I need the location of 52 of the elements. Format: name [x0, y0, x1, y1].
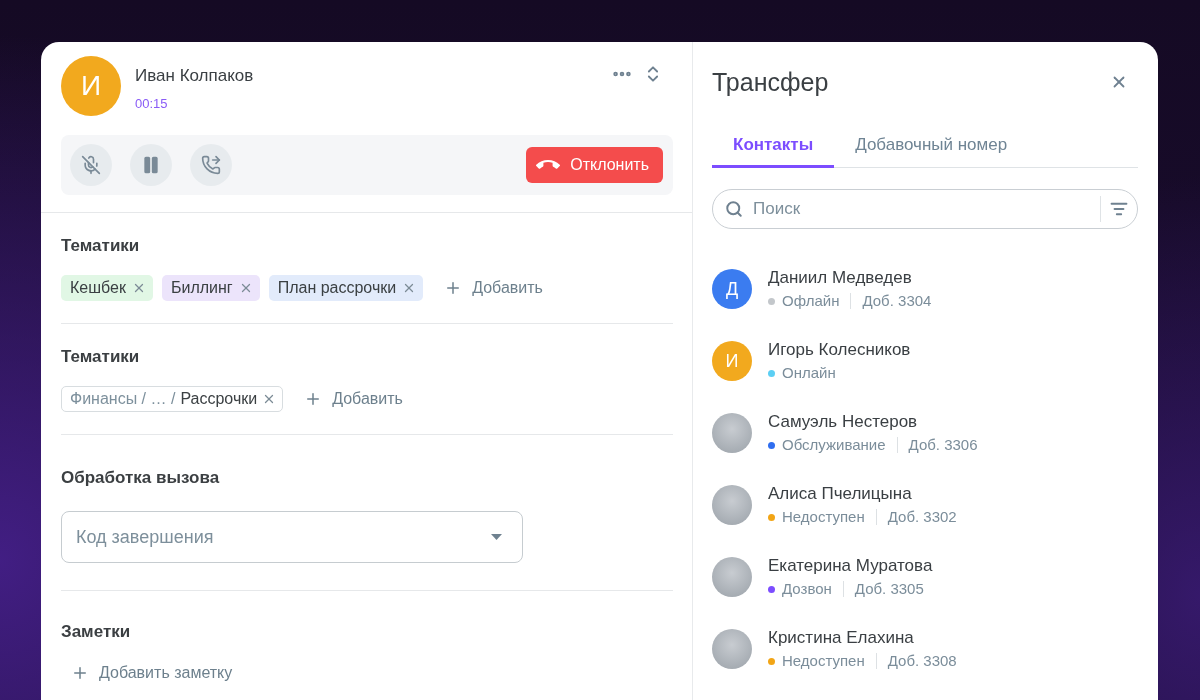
contact-avatar: И [712, 341, 752, 381]
topic-tag[interactable]: Кешбек [61, 275, 153, 301]
add-button[interactable]: Добавить [434, 275, 553, 301]
transfer-button[interactable] [190, 144, 232, 186]
plus-icon [71, 664, 89, 682]
contact-status: Офлайн [782, 292, 840, 310]
contact-status: Онлайн [782, 364, 836, 382]
tab[interactable]: Добавочный номер [834, 124, 1029, 168]
caller-name: Иван Колпаков [135, 66, 254, 86]
contact-extension: Доб. 3306 [908, 436, 978, 454]
phone-forward-icon [201, 155, 221, 175]
pause-icon [141, 155, 161, 175]
contact-name[interactable]: Екатерина Муратова [768, 556, 933, 576]
contact-extension: Доб. 3304 [862, 292, 932, 310]
section-title: Тематики [61, 236, 140, 256]
contact-status: Обслуживание [782, 436, 886, 454]
search-icon [725, 200, 743, 218]
mic-off-icon [81, 155, 101, 175]
photo-placeholder [712, 629, 752, 669]
call-duration: 00:15 [135, 96, 168, 112]
add-button[interactable]: Добавить [294, 386, 413, 412]
contact-name[interactable]: Самуэль Нестеров [768, 412, 918, 432]
contact-name[interactable]: Даниил Медведев [768, 268, 912, 288]
filter-icon[interactable] [1110, 200, 1128, 218]
caret-down-icon [491, 534, 502, 540]
photo-placeholder [712, 557, 752, 597]
contact-name[interactable]: Игорь Колесников [768, 340, 911, 360]
decline-button[interactable]: Отклонить [526, 147, 663, 183]
contact-extension: Доб. 3302 [887, 508, 957, 526]
topic-tag[interactable]: Финансы / … / Рассрочки [61, 386, 284, 412]
tab[interactable]: Контакты [712, 124, 835, 168]
topic-tag[interactable]: План рассрочки [268, 275, 424, 301]
contact-status: Недоступен [782, 652, 865, 670]
contact-status: Дозвон [782, 580, 832, 598]
section-title: Обработка вызова [61, 468, 220, 488]
photo-placeholder [712, 413, 752, 453]
caller-avatar: И [61, 56, 121, 116]
panel-title: Трансфер [712, 67, 829, 97]
search-field[interactable]: Поиск [712, 189, 1138, 229]
contact-extension: Доб. 3308 [887, 652, 957, 670]
contact-extension: Доб. 3305 [854, 580, 924, 598]
contact-status: Недоступен [782, 508, 865, 526]
mute-button[interactable] [70, 144, 112, 186]
pause-button[interactable] [130, 144, 172, 186]
contact-name[interactable]: Кристина Елахина [768, 628, 914, 648]
section-title: Тематики [61, 347, 140, 367]
topic-tag[interactable]: Биллинг [161, 275, 260, 301]
add-note-button[interactable]: Добавить заметку [61, 660, 243, 686]
section-title: Заметки [61, 622, 131, 642]
photo-placeholder [712, 485, 752, 525]
contact-avatar: Д [712, 269, 752, 309]
contact-name[interactable]: Алиса Пчелицына [768, 484, 912, 504]
